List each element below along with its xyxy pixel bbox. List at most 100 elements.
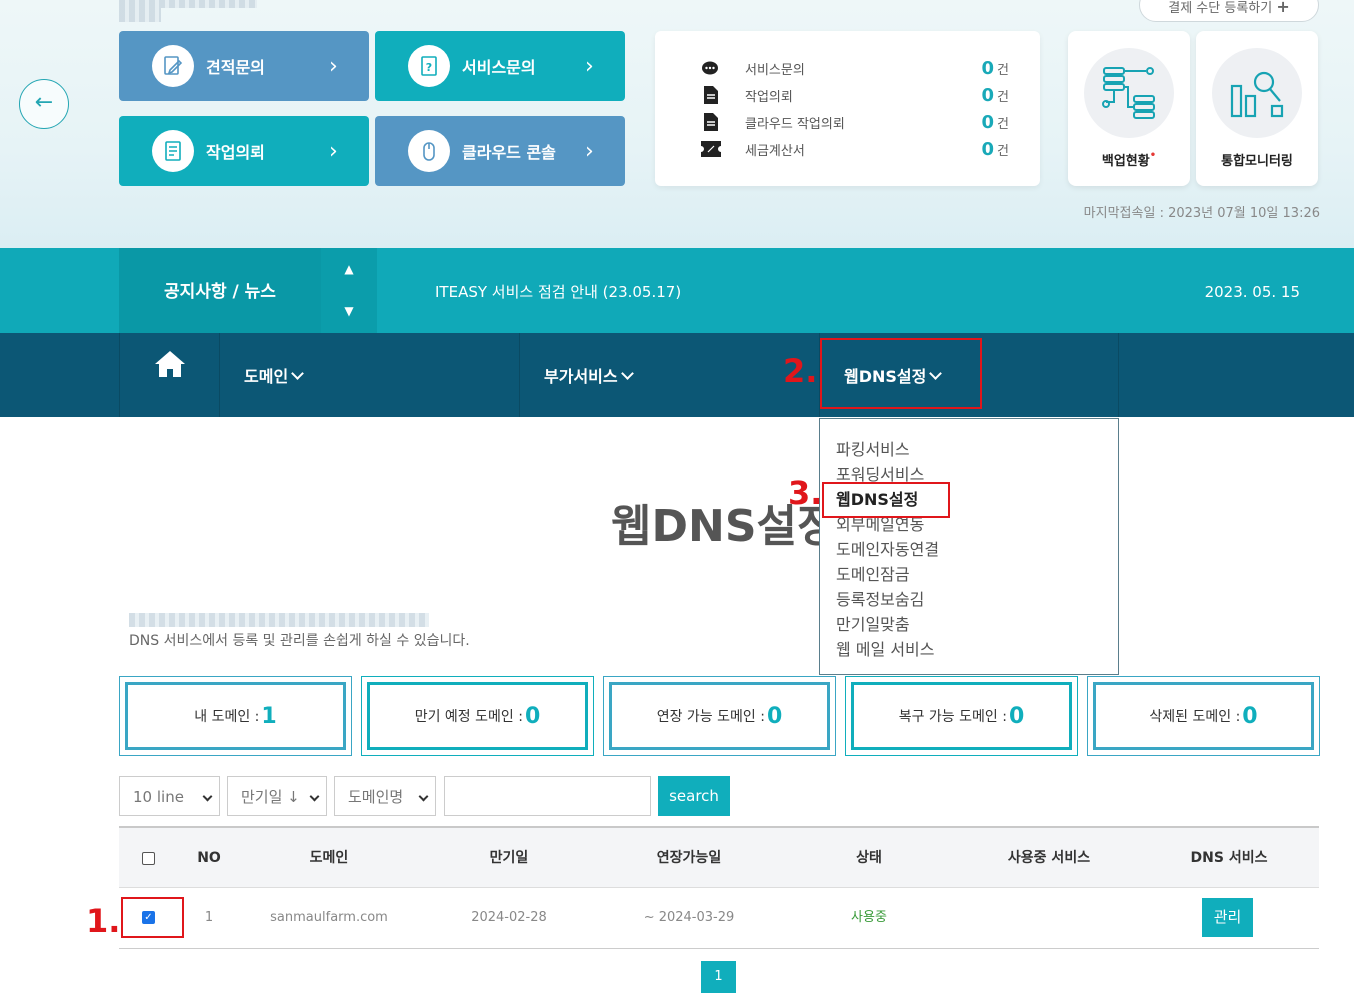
stat-unit: 건 <box>997 89 1009 105</box>
backup-status-card[interactable]: 백업현황• <box>1068 31 1190 186</box>
home-icon <box>153 330 187 418</box>
summary-label: 복구 가능 도메인 : <box>898 709 1007 725</box>
nav-extra-services[interactable]: 부가서비스 <box>519 333 819 417</box>
manage-button[interactable]: 관리 <box>1202 898 1253 937</box>
chevron-down-icon <box>418 791 429 802</box>
back-button[interactable]: ← <box>19 79 69 129</box>
blurred-username <box>119 0 257 8</box>
table-header: NO 도메인 만기일 연장가능일 상태 사용중 서비스 DNS 서비스 <box>119 826 1319 888</box>
blurred-description <box>129 613 429 627</box>
annotation-box-2 <box>820 338 982 409</box>
nav-home[interactable] <box>119 333 219 417</box>
summary-expiring-domains[interactable]: 만기 예정 도메인 : 0 <box>361 676 594 756</box>
chevron-right-icon: › <box>585 53 594 79</box>
summary-label: 만기 예정 도메인 : <box>414 709 523 725</box>
cell-renewable: ~ 2024-03-29 <box>643 910 735 925</box>
chat-icon <box>701 59 721 77</box>
register-payment-button[interactable]: 결제 수단 등록하기 + <box>1139 0 1319 22</box>
arrow-down-icon[interactable]: ▼ <box>321 304 377 318</box>
select-all-checkbox[interactable] <box>142 852 155 865</box>
column-header-expiry: 만기일 <box>489 850 529 866</box>
chevron-right-icon: › <box>585 138 594 164</box>
column-header-renewable: 연장가능일 <box>656 850 722 866</box>
notice-arrows: ▲ ▼ <box>321 248 377 333</box>
lines-per-page-value: 10 line <box>133 788 184 806</box>
summary-count: 1 <box>261 703 277 729</box>
menu-item-web-mail[interactable]: 웹 메일 서비스 <box>836 639 935 661</box>
web-dns-dropdown-menu: 파킹서비스 포워딩서비스 웹DNS설정 외부메일연동 도메인자동연결 도메인잠금… <box>819 418 1119 675</box>
last-login-text: 마지막접속일 : 2023년 07월 10일 13:26 <box>1083 206 1320 221</box>
summary-renewable-domains[interactable]: 연장 가능 도메인 : 0 <box>603 676 836 756</box>
svg-text:?: ? <box>426 61 432 74</box>
summary-deleted-domains[interactable]: 삭제된 도메인 : 0 <box>1087 676 1320 756</box>
ticket-icon <box>701 140 721 158</box>
nav-domain-label: 도메인 <box>244 367 289 386</box>
service-inquiry-label: 서비스문의 <box>462 58 536 77</box>
document-icon <box>701 86 721 104</box>
document-icon <box>701 113 721 131</box>
lines-per-page-select[interactable]: 10 line <box>119 776 220 816</box>
blurred-userinfo <box>119 8 161 22</box>
search-button[interactable]: search <box>658 776 730 816</box>
quote-inquiry-label: 견적문의 <box>206 58 265 77</box>
list-doc-icon <box>152 130 194 172</box>
chevron-right-icon: › <box>329 53 338 79</box>
search-field-value: 도메인명 <box>348 788 404 806</box>
search-field-select[interactable]: 도메인명 <box>334 776 436 816</box>
quote-inquiry-button[interactable]: 견적문의 › <box>119 31 369 101</box>
edit-doc-icon <box>152 45 194 87</box>
annotation-label-3: 3. <box>788 474 823 512</box>
mouse-icon <box>408 130 450 172</box>
cloud-console-label: 클라우드 콘솔 <box>462 143 556 162</box>
search-input[interactable] <box>444 776 651 816</box>
work-request-label: 작업의뢰 <box>206 143 265 162</box>
nav-domain[interactable]: 도메인 <box>219 333 519 417</box>
stat-row-service-inquiry[interactable]: 서비스문의 0 건 <box>701 56 1011 80</box>
stat-value: 0 <box>981 111 994 133</box>
summary-count: 0 <box>524 703 541 729</box>
notice-headline-link[interactable]: ITEASY 서비스 점검 안내 (23.05.17) <box>435 248 681 336</box>
stat-row-work-request[interactable]: 작업의뢰 0 건 <box>701 83 1011 107</box>
pagination-page-1[interactable]: 1 <box>701 961 736 993</box>
stat-label: 클라우드 작업의뢰 <box>745 116 845 132</box>
cell-services <box>959 888 1139 948</box>
annotation-label-2: 2. <box>783 352 818 390</box>
cell-status: 사용중 <box>851 910 887 925</box>
page-description: DNS 서비스에서 등록 및 관리를 손쉽게 하실 수 있습니다. <box>129 633 470 649</box>
question-doc-icon: ? <box>408 45 450 87</box>
chevron-down-icon <box>309 791 320 802</box>
arrow-left-icon: ← <box>34 90 54 115</box>
notice-date: 2023. 05. 15 <box>1204 283 1300 301</box>
integrated-monitoring-card[interactable]: 통합모니터링 <box>1196 31 1318 186</box>
stat-unit: 건 <box>997 143 1009 159</box>
column-header-dns-service: DNS 서비스 <box>1190 850 1268 866</box>
sort-value: 만기일 ↓ <box>241 788 300 806</box>
menu-item-auto-connect[interactable]: 도메인자동연결 <box>836 539 939 561</box>
column-header-status: 상태 <box>856 850 882 866</box>
table-row: ✓ 1 sanmaulfarm.com 2024-02-28 ~ 2024-03… <box>119 888 1319 949</box>
stat-label: 세금계산서 <box>745 143 805 159</box>
stat-label: 서비스문의 <box>745 62 805 78</box>
stat-row-tax-invoice[interactable]: 세금계산서 0 건 <box>701 137 1011 161</box>
arrow-up-icon[interactable]: ▲ <box>321 262 377 276</box>
row-checkbox[interactable]: ✓ <box>142 911 155 924</box>
stat-row-cloud-work-request[interactable]: 클라우드 작업의뢰 0 건 <box>701 110 1011 134</box>
stat-value: 0 <box>981 57 994 79</box>
menu-item-parking[interactable]: 파킹서비스 <box>836 439 910 461</box>
summary-my-domains[interactable]: 내 도메인 : 1 <box>119 676 352 756</box>
notice-news-label[interactable]: 공지사항 / 뉴스 <box>119 248 321 333</box>
cloud-console-button[interactable]: 클라우드 콘솔 › <box>375 116 625 186</box>
chevron-down-icon <box>291 367 305 380</box>
menu-item-expiry-align[interactable]: 만기일맞춤 <box>836 614 910 636</box>
work-request-button[interactable]: 작업의뢰 › <box>119 116 369 186</box>
sort-select[interactable]: 만기일 ↓ <box>227 776 327 816</box>
stat-unit: 건 <box>997 62 1009 78</box>
service-inquiry-button[interactable]: ? 서비스문의 › <box>375 31 625 101</box>
menu-item-whois-privacy[interactable]: 등록정보숨김 <box>836 589 924 611</box>
stat-label: 작업의뢰 <box>745 89 793 105</box>
menu-item-domain-lock[interactable]: 도메인잠금 <box>836 564 910 586</box>
summary-label: 내 도메인 : <box>194 709 260 725</box>
column-header-services: 사용중 서비스 <box>1007 850 1091 866</box>
summary-count: 0 <box>766 703 783 729</box>
summary-restorable-domains[interactable]: 복구 가능 도메인 : 0 <box>845 676 1078 756</box>
